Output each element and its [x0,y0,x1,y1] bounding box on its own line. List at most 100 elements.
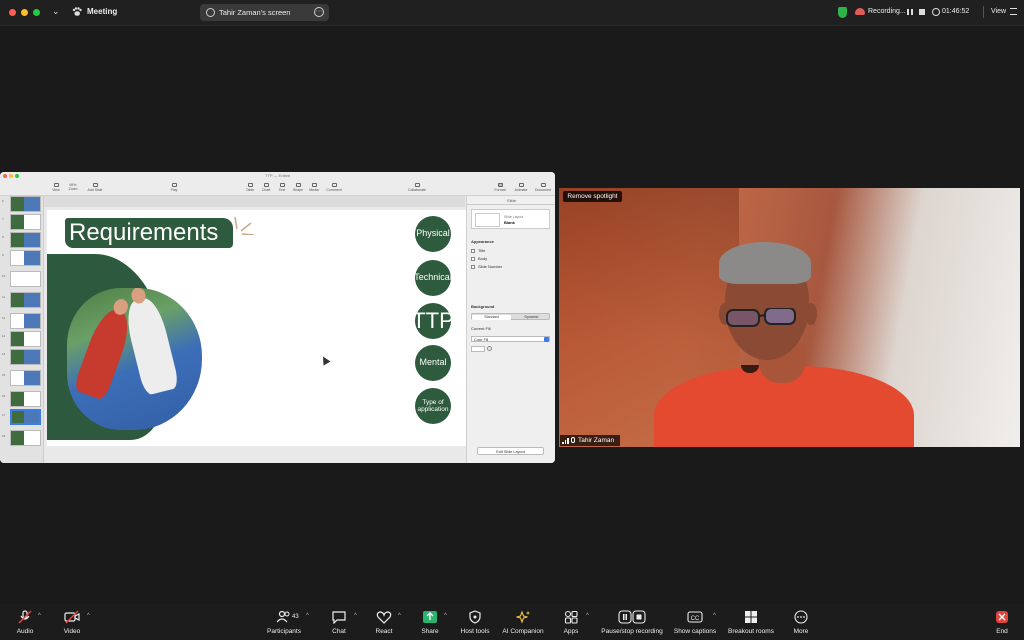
slide-canvas-header [44,196,465,207]
end-call-icon [996,611,1008,623]
color-wheel-icon[interactable] [487,346,492,351]
slide-thumbnail-selected[interactable] [10,409,41,425]
tool-comment[interactable]: Comment [325,183,343,192]
more-button[interactable]: More [790,610,812,635]
fill-type-select[interactable]: Color Fill [471,336,550,342]
tool-media[interactable]: Media [305,183,323,192]
slide-number: 18 [2,434,6,438]
slide-title[interactable]: Requirements [69,219,218,247]
view-button[interactable]: View [991,8,1006,15]
chat-options-caret[interactable]: ^ [354,613,357,619]
slide-layout-picker[interactable]: Slide Layout Blank [471,209,550,229]
pause-recording-icon[interactable] [907,9,913,15]
slide-thumbnail[interactable] [10,331,41,347]
minimize-window-button[interactable] [21,9,28,16]
more-options-icon[interactable]: ··· [314,7,324,17]
audio-button[interactable]: Audio [14,610,36,635]
keynote-toolbar: View 69% Zoom Add Slide Play Table Chart … [0,180,555,196]
checkbox-slide-number[interactable]: Slide Number [471,264,502,269]
slide-number: 9 [2,253,4,257]
tool-zoom[interactable]: 69% Zoom [64,183,82,191]
player-red [72,297,136,402]
close-window-button[interactable] [9,9,16,16]
edit-slide-layout-button[interactable]: Edit Slide Layout [477,447,544,455]
tool-animate[interactable]: Animate [512,183,530,192]
maximize-window-button[interactable] [33,9,40,16]
circle-mental[interactable]: Mental [415,345,451,381]
slide-thumbnail[interactable] [10,349,41,365]
keynote-title-bar: TTP — Edited [0,172,555,180]
stop-recording-icon[interactable] [919,9,925,15]
pause-stop-recording-button[interactable]: Pause/stop recording [598,610,666,635]
slide-thumbnail[interactable] [10,196,41,212]
security-shield-icon[interactable] [838,7,847,18]
react-button[interactable]: React [372,610,396,635]
slide-thumbnail[interactable] [10,391,41,407]
slide-thumbnail[interactable] [10,292,41,308]
color-swatch[interactable] [471,346,485,352]
slide-thumbnail[interactable] [10,370,41,386]
video-options-caret[interactable]: ^ [87,613,90,619]
circle-type-of-application[interactable]: Type of application [415,388,451,424]
slide-number: 12 [2,316,6,320]
share-label: Tahir Zaman's screen [219,8,291,17]
participants-options-caret[interactable]: ^ [306,613,309,619]
player-white [122,288,180,396]
slide-number: 10 [2,274,6,278]
slide-number: 17 [2,413,6,417]
slide-thumbnail[interactable] [10,430,41,446]
share-button[interactable]: Share [418,610,442,635]
slide-thumbnail[interactable] [10,313,41,329]
slide-thumbnail[interactable] [10,232,41,248]
slide-thumbnail[interactable] [10,214,41,230]
show-captions-button[interactable]: CC Show captions [672,610,718,635]
slide-number: 15 [2,373,6,377]
slide-number: 7 [2,217,4,221]
slide-thumbnail[interactable] [10,271,41,287]
shared-screen-keynote: TTP — Edited View 69% Zoom Add Slide Play… [0,172,555,463]
react-options-caret[interactable]: ^ [398,613,401,619]
tool-add-slide[interactable]: Add Slide [86,183,104,192]
keynote-document-title: TTP — Edited [264,173,291,178]
captions-options-caret[interactable]: ^ [713,613,716,619]
screen-share-indicator[interactable]: Tahir Zaman's screen ··· [200,4,329,21]
field-hockey-photo[interactable] [67,288,202,430]
tool-format[interactable]: Format [491,183,509,192]
hockey-ball [177,418,185,426]
circle-physical[interactable]: Physical [415,216,451,252]
chevron-down-icon[interactable]: ⌄ [52,6,60,17]
chat-button[interactable]: Chat [328,610,350,635]
slide-number: 8 [2,235,4,239]
remove-spotlight-button[interactable]: Remove spotlight [563,191,622,202]
ai-companion-button[interactable]: AI Companion [500,610,546,635]
apps-button[interactable]: Apps [560,610,582,635]
share-screen-icon [423,611,437,623]
top-bar: ⌄ Meeting Tahir Zaman's screen ··· Recor… [0,0,1024,26]
participant-video-tile[interactable] [559,188,1020,447]
background-heading: Background [471,304,495,309]
segment-dynamic[interactable]: Dynamic [512,315,551,319]
slide-thumbnail[interactable] [10,250,41,266]
view-menu-icon[interactable] [1010,8,1017,15]
end-button[interactable]: End [992,610,1012,635]
circle-technical[interactable]: Technical [415,260,451,296]
apps-options-caret[interactable]: ^ [586,613,589,619]
tool-view[interactable]: View [47,183,65,192]
background-segmented-control[interactable]: Standard Dynamic [471,313,550,320]
shield-icon [469,610,481,624]
checkbox-title[interactable]: Title [471,248,485,253]
checkbox-body[interactable]: Body [471,256,487,261]
circle-ttp[interactable]: TTP [415,303,451,339]
person-ear [805,303,817,325]
tool-document[interactable]: Document [533,183,553,192]
video-button[interactable]: Video [60,610,84,635]
audio-options-caret[interactable]: ^ [38,613,41,619]
share-options-caret[interactable]: ^ [444,613,447,619]
slide-canvas[interactable]: Requirements Physical Technical TTP Ment… [47,210,466,446]
tool-collaborate[interactable]: Collaborate [405,183,429,192]
segment-standard[interactable]: Standard [472,315,511,320]
inspector-tab-slide[interactable]: Slide [467,196,555,205]
breakout-rooms-button[interactable]: Breakout rooms [726,610,776,635]
host-tools-button[interactable]: Host tools [458,610,492,635]
tool-play[interactable]: Play [165,183,183,192]
